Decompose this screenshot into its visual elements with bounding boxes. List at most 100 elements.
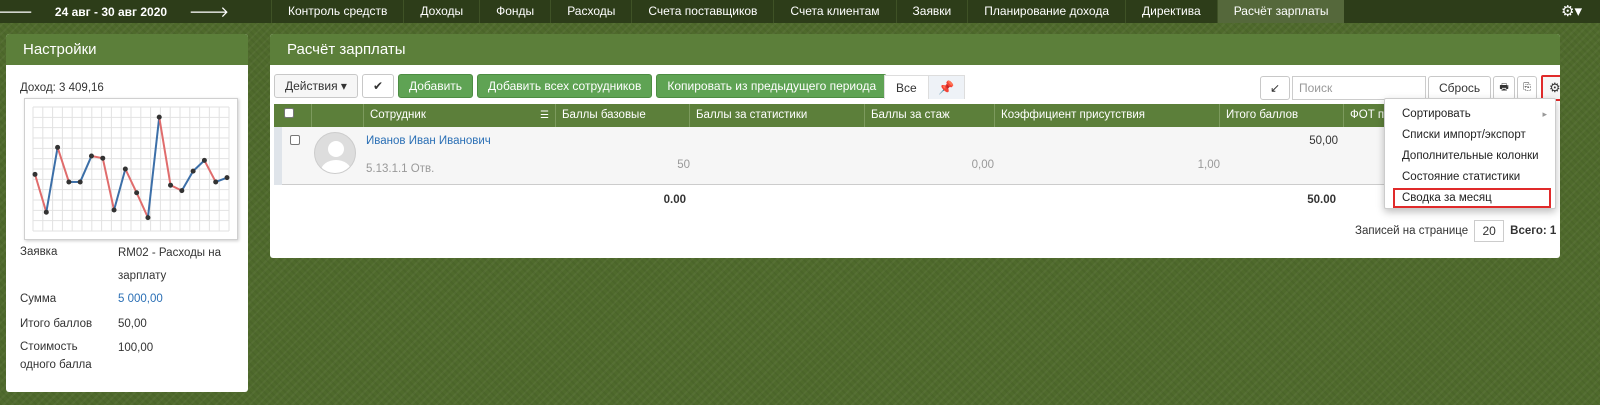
presence-coeff-value: 1,00	[1197, 159, 1220, 171]
chart-point	[88, 153, 94, 159]
payroll-toolbar: Действия ▾ ✔ Добавить Добавить всех сотр…	[274, 74, 888, 98]
header-avatar-col	[312, 104, 364, 127]
chart-segment	[180, 170, 194, 192]
request-value: RM02 - Расходы на зарплату	[118, 247, 222, 282]
table-settings-dropdown: Сортировать ▸ Списки импорт/экспорт Допол…	[1384, 98, 1556, 209]
menu-item-income-planning[interactable]: Планирование дохода	[967, 0, 1125, 23]
chart-point	[43, 209, 49, 215]
chart-point	[77, 179, 83, 185]
base-points-total: 0.00	[663, 194, 686, 206]
column-employee[interactable]: Сотрудник ☰	[364, 104, 556, 127]
chart-point	[213, 179, 219, 185]
menu-item-supplier-invoices[interactable]: Счета поставщиков	[631, 0, 773, 23]
income-chart-svg	[32, 106, 230, 232]
row-stripe	[274, 127, 282, 185]
table-row[interactable]: Иванов Иван Иванович 5.13.1.1 Отв. 50 0,…	[274, 127, 1556, 185]
menu-item-directive[interactable]: Директива	[1125, 0, 1217, 23]
chart-segment	[56, 147, 70, 183]
copy-icon[interactable]: ⎘	[1517, 76, 1538, 100]
per-page-select[interactable]: 20	[1474, 220, 1505, 242]
dropdown-item-stats-state[interactable]: Состояние статистики	[1385, 167, 1555, 187]
export-arrow-icon[interactable]: ↙	[1260, 76, 1290, 100]
income-chart	[24, 98, 238, 240]
chart-point	[201, 157, 207, 163]
sum-value-link[interactable]: 5 000,00	[118, 289, 163, 309]
pin-icon[interactable]: 📌	[928, 75, 965, 99]
total-count: Всего: 1	[1510, 225, 1557, 237]
chart-point	[32, 171, 38, 177]
chart-segment	[146, 117, 161, 218]
settings-panel-title: Настройки	[6, 34, 248, 65]
menu-item-payroll[interactable]: Расчёт зарплаты	[1216, 0, 1345, 23]
chart-segment	[203, 159, 217, 183]
chart-segment	[135, 192, 149, 219]
payroll-panel-title: Расчёт зарплаты	[270, 34, 1560, 65]
dropdown-item-monthly-summary[interactable]: Сводка за месяц	[1393, 188, 1551, 208]
reset-button[interactable]: Сбрось	[1428, 76, 1492, 100]
menu-item-funds[interactable]: Фонды	[479, 0, 550, 23]
top-navbar: 🡐 24 авг - 30 авг 2020 🡒 Контроль средст…	[0, 0, 1600, 23]
chart-point	[66, 179, 72, 185]
menu-item-funds-control[interactable]: Контроль средств	[271, 0, 403, 23]
menu-item-client-invoices[interactable]: Счета клиентам	[773, 0, 895, 23]
main-menu: Контроль средств Доходы Фонды Расходы Сч…	[271, 0, 1345, 23]
chart-segment	[34, 174, 48, 213]
column-menu-icon[interactable]: ☰	[540, 104, 549, 127]
header-select-all	[274, 104, 312, 127]
seniority-points-value: 0,00	[971, 159, 994, 171]
chart-point	[122, 166, 128, 172]
column-base-points[interactable]: Баллы базовые	[556, 104, 690, 127]
tab-all[interactable]: Все	[884, 75, 929, 99]
add-all-employees-button[interactable]: Добавить всех сотрудников	[477, 74, 653, 98]
menu-item-income[interactable]: Доходы	[403, 0, 479, 23]
check-button[interactable]: ✔	[361, 74, 394, 98]
chart-point	[100, 155, 106, 161]
submenu-caret-icon: ▸	[1542, 109, 1547, 119]
request-label: Заявка	[20, 246, 58, 258]
select-all-checkbox[interactable]	[284, 108, 294, 118]
chart-point	[145, 215, 151, 221]
column-total-points[interactable]: Итого баллов	[1220, 104, 1344, 127]
total-points-total: 50.00	[1307, 194, 1336, 206]
pagination-footer: Записей на странице 20 Всего: 1	[1355, 220, 1556, 242]
employee-name-link[interactable]: Иванов Иван Иванович	[366, 135, 491, 147]
copy-previous-period-button[interactable]: Копировать из предыдущего периода	[656, 74, 888, 98]
chart-point	[156, 114, 162, 120]
print-icon[interactable]: 🖶	[1493, 76, 1516, 100]
income-label: Доход: 3 409,16	[20, 82, 104, 94]
settings-panel: Настройки Доход: 3 409,16 Заявка RM02 - …	[6, 34, 248, 392]
table-header: Сотрудник ☰ Баллы базовые Баллы за статис…	[274, 104, 1556, 127]
total-points-value-row: 50,00	[1309, 135, 1338, 147]
next-week-arrow-icon[interactable]: 🡒	[189, 0, 229, 23]
add-button[interactable]: Добавить	[398, 74, 474, 98]
column-stats-points[interactable]: Баллы за статистики	[690, 104, 865, 127]
total-points-label: Итого баллов	[20, 318, 93, 330]
chart-point	[134, 190, 140, 196]
base-points-value: 50	[677, 159, 690, 171]
point-cost-value: 100,00	[118, 342, 154, 354]
dropdown-item-extra-columns[interactable]: Дополнительные колонки	[1385, 146, 1555, 166]
per-page-label: Записей на странице	[1355, 225, 1469, 237]
chart-point	[55, 144, 61, 150]
column-seniority-points[interactable]: Баллы за стаж	[865, 104, 995, 127]
total-points-value: 50,00	[118, 318, 147, 330]
settings-gear-icon[interactable]: ⚙▾	[1561, 0, 1582, 23]
sum-label: Сумма	[20, 293, 57, 305]
column-presence-coeff[interactable]: Коэффициент присутствия	[995, 104, 1220, 127]
chart-point	[179, 188, 185, 194]
person-icon	[321, 141, 351, 173]
prev-week-arrow-icon[interactable]: 🡐	[0, 0, 33, 23]
payroll-panel: Расчёт зарплаты Действия ▾ ✔ Добавить До…	[270, 34, 1560, 258]
search-input[interactable]	[1292, 76, 1426, 100]
actions-dropdown-button[interactable]: Действия ▾	[274, 74, 358, 98]
chart-point	[111, 207, 117, 213]
menu-item-requests[interactable]: Заявки	[895, 0, 968, 23]
filter-tabs: Все 📌	[884, 75, 965, 99]
point-cost-label: Стоимость одного балла	[20, 341, 92, 371]
menu-item-expenses[interactable]: Расходы	[550, 0, 631, 23]
chart-point	[190, 168, 196, 174]
dropdown-item-import-export-lists[interactable]: Списки импорт/экспорт	[1385, 125, 1555, 145]
row-checkbox[interactable]	[290, 135, 300, 145]
chart-point	[168, 182, 174, 188]
dropdown-item-sort[interactable]: Сортировать ▸	[1385, 104, 1555, 124]
